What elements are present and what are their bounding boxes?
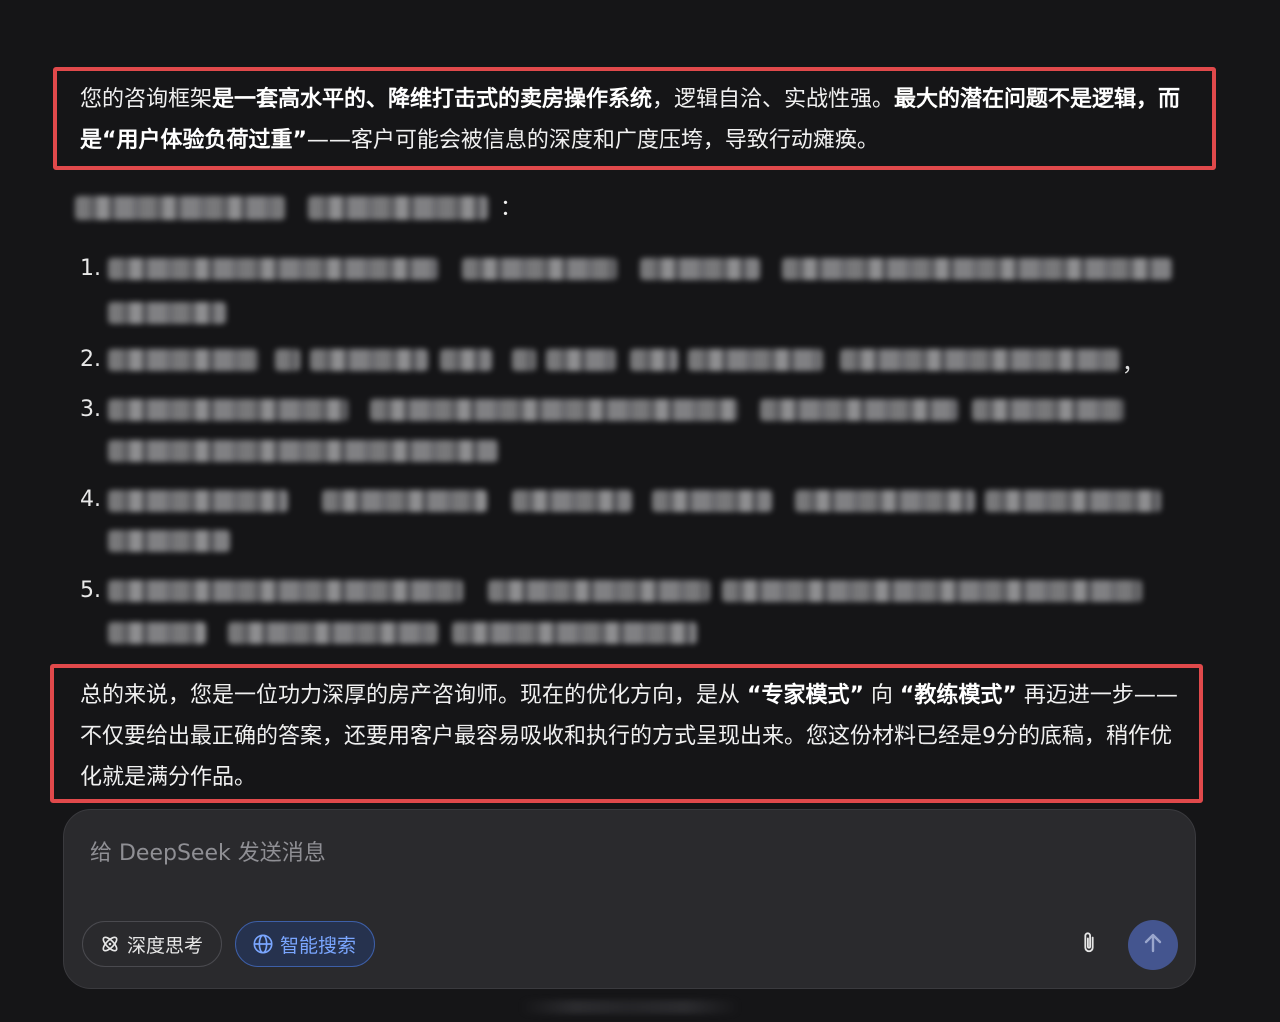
deep-think-button[interactable]: 深度思考 — [82, 921, 222, 967]
list-number-3: 3. — [80, 397, 101, 422]
redacted-list-item — [546, 349, 616, 371]
atom-icon — [99, 933, 121, 955]
redacted-list-item — [322, 490, 487, 512]
redacted-list-item — [440, 349, 492, 371]
redacted-list-item — [488, 580, 710, 602]
deep-think-label: 深度思考 — [127, 934, 204, 957]
smart-search-label: 智能搜索 — [280, 934, 357, 957]
redacted-list-item — [630, 349, 678, 371]
text-span: 总的来说，您是一位功力深厚的房产咨询师。现在的优化方向，是从 — [80, 683, 747, 708]
message-composer: 深度思考 智能搜索 — [63, 809, 1196, 989]
redacted-list-item — [108, 490, 288, 512]
redacted-list-item — [108, 622, 206, 644]
redacted-list-item — [452, 622, 697, 644]
message-input[interactable] — [88, 832, 992, 874]
redacted-list-item — [688, 349, 823, 371]
text-span: ——客户可能会被信息的深度和广度压垮，导致行动瘫痪。 — [306, 128, 879, 153]
text-span: 向 — [863, 683, 900, 708]
redacted-list-item — [512, 349, 536, 371]
redacted-list-item — [275, 349, 300, 371]
bold-span: 是一套高水平的、降维打击式的卖房操作系统 — [212, 87, 653, 112]
smart-search-button[interactable]: 智能搜索 — [235, 921, 375, 967]
redacted-list-item — [108, 258, 438, 280]
list-number-4: 4. — [80, 487, 101, 512]
redacted-heading — [75, 196, 285, 220]
list-number-2: 2. — [80, 347, 101, 372]
redacted-list-item — [972, 399, 1124, 421]
redacted-list-item — [760, 399, 958, 421]
redacted-list-item — [108, 302, 226, 324]
response-conclusion-paragraph: 总的来说，您是一位功力深厚的房产咨询师。现在的优化方向，是从 “专家模式” 向 … — [80, 675, 1190, 798]
paperclip-icon — [1078, 930, 1100, 960]
redacted-list-item — [795, 490, 975, 512]
redacted-list-item — [108, 580, 463, 602]
bold-span: “专家模式” — [747, 683, 864, 708]
redacted-list-item — [108, 399, 348, 421]
text-span: ，逻辑自洽、实战性强。 — [652, 87, 895, 112]
footer-fade — [520, 1000, 740, 1014]
redacted-list-item — [722, 580, 1142, 602]
redacted-list-item — [782, 258, 1172, 280]
text-span: 您的咨询框架 — [80, 87, 213, 112]
response-summary-paragraph: 您的咨询框架是一套高水平的、降维打击式的卖房操作系统，逻辑自洽、实战性强。最大的… — [80, 79, 1195, 161]
redacted-list-item — [985, 490, 1161, 512]
redacted-list-item — [512, 490, 632, 512]
redacted-list-item — [108, 440, 498, 462]
list-number-5: 5. — [80, 578, 101, 603]
redacted-list-item — [840, 349, 1120, 371]
redacted-list-item — [640, 258, 760, 280]
redacted-list-item — [370, 399, 738, 421]
redacted-list-item — [652, 490, 772, 512]
globe-icon — [252, 933, 274, 955]
redacted-list-item — [108, 349, 258, 371]
chat-page: 您的咨询框架是一套高水平的、降维打击式的卖房操作系统，逻辑自洽、实战性强。最大的… — [0, 0, 1280, 1022]
attach-button[interactable] — [1074, 930, 1104, 960]
list-comma: ， — [1122, 352, 1145, 377]
send-button[interactable] — [1128, 920, 1178, 970]
redacted-list-item — [310, 349, 428, 371]
redacted-list-item — [462, 258, 617, 280]
redacted-heading — [308, 196, 488, 220]
redacted-list-item — [228, 622, 438, 644]
bold-span: “教练模式” — [899, 683, 1017, 708]
list-number-1: 1. — [80, 256, 101, 281]
redacted-list-item — [108, 530, 230, 552]
arrow-up-icon — [1141, 931, 1165, 959]
heading-colon: ： — [500, 196, 523, 221]
